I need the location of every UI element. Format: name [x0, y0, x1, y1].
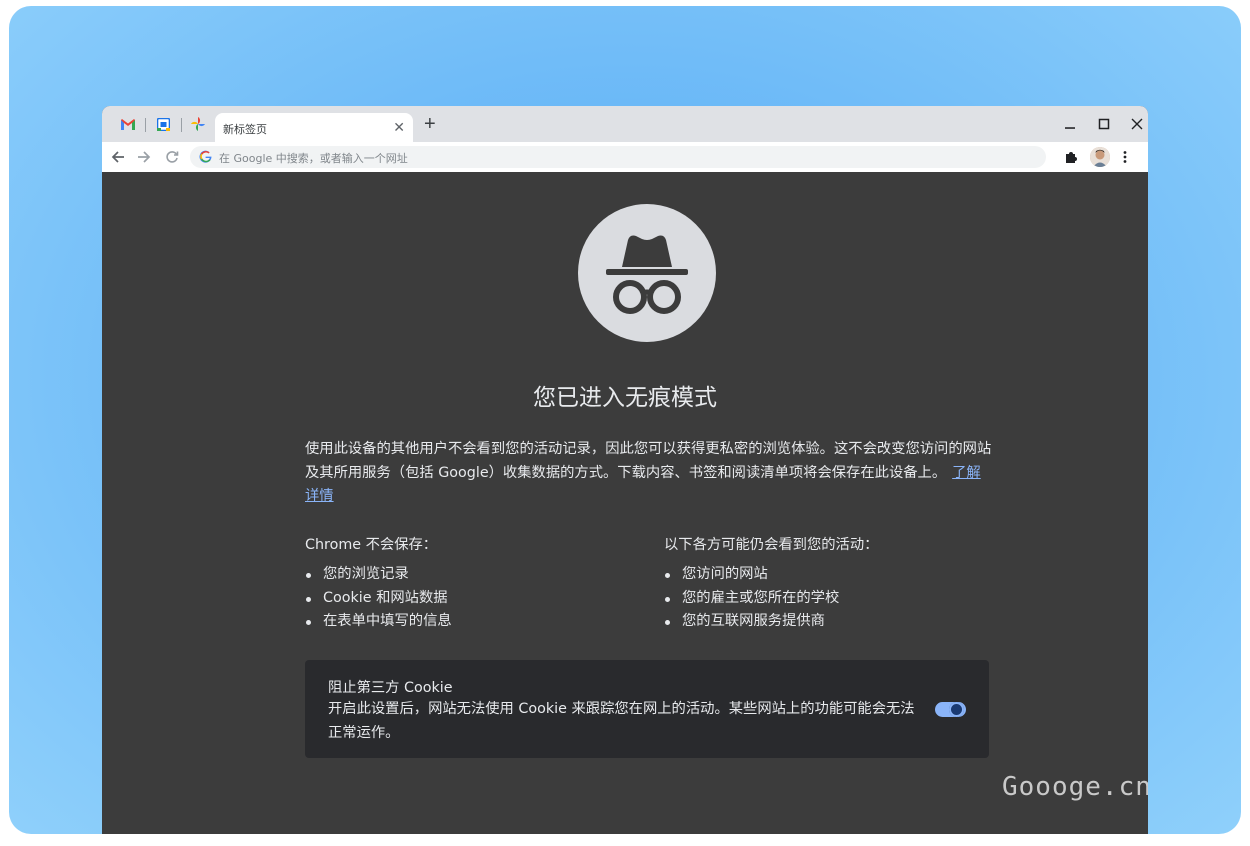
list-item: 您的互联网服务提供商 — [664, 610, 878, 634]
may-see-list: 您访问的网站 您的雇主或您所在的学校 您的互联网服务提供商 — [664, 563, 878, 634]
address-bar[interactable]: 在 Google 中搜索，或者输入一个网址 — [190, 146, 1046, 168]
arrow-left-icon — [111, 151, 124, 163]
maximize-icon — [1098, 118, 1110, 130]
not-saved-section: Chrome 不会保存： 您的浏览记录 Cookie 和网站数据 在表单中填写的… — [305, 536, 452, 634]
profile-avatar[interactable] — [1090, 147, 1110, 167]
pinned-tab-photos[interactable] — [190, 116, 206, 132]
reload-button[interactable] — [162, 147, 182, 167]
incognito-description: 使用此设备的其他用户不会看到您的活动记录，因此您可以获得更私密的浏览体验。这不会… — [305, 438, 995, 509]
tab-new-tab[interactable]: 新标签页 ✕ — [215, 113, 413, 142]
description-text: 使用此设备的其他用户不会看到您的活动记录，因此您可以获得更私密的浏览体验。这不会… — [305, 441, 992, 481]
incognito-icon — [578, 204, 716, 342]
tab-title: 新标签页 — [223, 123, 267, 136]
minimize-button[interactable] — [1060, 114, 1080, 134]
chrome-menu-button[interactable] — [1122, 150, 1128, 169]
list-item: 在表单中填写的信息 — [306, 610, 452, 634]
maximize-button[interactable] — [1094, 114, 1114, 134]
browser-window: 新标签页 ✕ + 在 Google 中搜索，或者输入一个网址 您已进入无痕模式 … — [102, 106, 1148, 834]
close-window-button[interactable] — [1127, 114, 1147, 134]
close-icon — [1131, 118, 1143, 130]
pinned-tab-calendar[interactable] — [155, 116, 171, 132]
gmail-icon — [121, 118, 135, 130]
toggle-knob — [949, 702, 964, 717]
reload-icon — [166, 151, 179, 163]
list-item: 您访问的网站 — [664, 563, 878, 587]
list-item: 您的浏览记录 — [306, 563, 452, 587]
may-see-title: 以下各方可能仍会看到您的活动： — [664, 537, 879, 553]
photos-icon — [191, 117, 205, 131]
cookie-card-title: 阻止第三方 Cookie — [328, 680, 453, 696]
address-bar-placeholder: 在 Google 中搜索，或者输入一个网址 — [219, 152, 408, 165]
cookie-card-description: 开启此设置后，网站无法使用 Cookie 来跟踪您在网上的活动。某些网站上的功能… — [328, 701, 915, 741]
list-item: Cookie 和网站数据 — [306, 587, 452, 611]
new-tab-button[interactable]: + — [424, 114, 436, 134]
not-saved-list: 您的浏览记录 Cookie 和网站数据 在表单中填写的信息 — [305, 563, 452, 634]
desktop-background: 新标签页 ✕ + 在 Google 中搜索，或者输入一个网址 您已进入无痕模式 … — [9, 6, 1241, 834]
google-g-icon — [199, 150, 212, 168]
incognito-page: 您已进入无痕模式 使用此设备的其他用户不会看到您的活动记录，因此您可以获得更私密… — [102, 172, 1148, 834]
third-party-cookie-card: 阻止第三方 Cookie 开启此设置后，网站无法使用 Cookie 来跟踪您在网… — [305, 660, 989, 758]
pinned-separator — [181, 118, 182, 132]
browser-toolbar: 在 Google 中搜索，或者输入一个网址 — [102, 142, 1148, 172]
may-see-section: 以下各方可能仍会看到您的活动： 您访问的网站 您的雇主或您所在的学校 您的互联网… — [664, 536, 878, 634]
calendar-icon — [156, 117, 170, 131]
not-saved-title: Chrome 不会保存： — [305, 537, 438, 553]
extensions-button[interactable] — [1064, 150, 1078, 169]
tab-close-icon[interactable]: ✕ — [393, 119, 405, 135]
tab-strip: 新标签页 ✕ + — [102, 106, 1148, 142]
watermark: Goooge.cn — [1002, 772, 1148, 802]
back-button[interactable] — [108, 147, 128, 167]
pinned-tab-gmail[interactable] — [120, 116, 136, 132]
pinned-separator — [145, 118, 146, 132]
forward-button[interactable] — [134, 147, 154, 167]
minimize-icon — [1065, 127, 1075, 129]
list-item: 您的雇主或您所在的学校 — [664, 587, 878, 611]
more-vert-icon — [1123, 151, 1127, 163]
page-title: 您已进入无痕模式 — [533, 385, 717, 411]
arrow-right-icon — [138, 151, 151, 163]
puzzle-icon — [1066, 152, 1077, 163]
block-cookies-toggle[interactable] — [935, 700, 966, 719]
avatar-icon — [1090, 147, 1110, 167]
